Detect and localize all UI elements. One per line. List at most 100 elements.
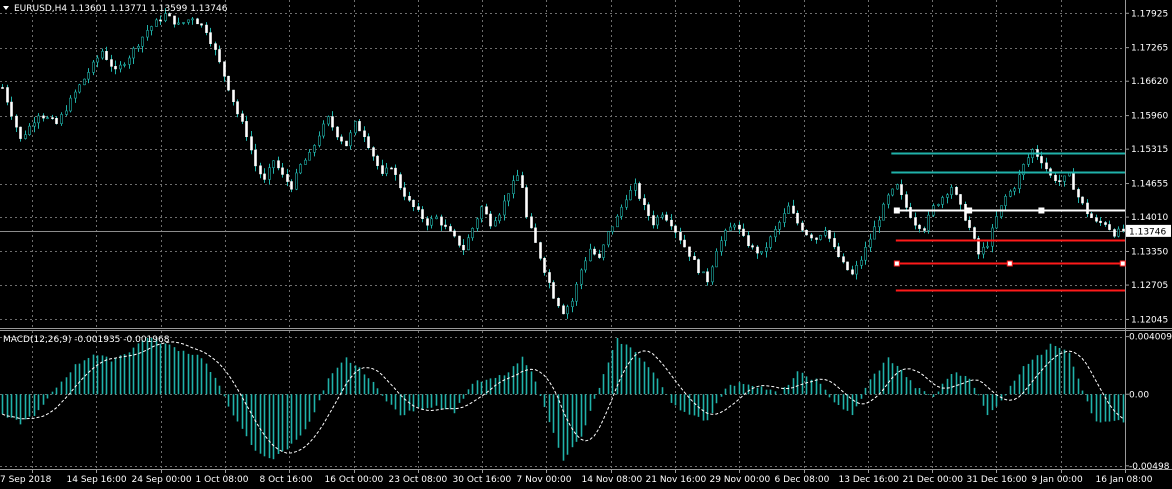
candle-body-down [331,116,334,128]
candle-body-up [887,194,890,205]
candle-body-down [706,271,709,283]
candle-body-up [146,30,149,38]
candle-body-down [837,246,840,257]
candle-body-up [607,231,610,246]
candle-body-up [308,151,311,161]
candle-body-up [1063,175,1066,182]
candle-body-down [923,228,926,231]
candle-body-up [819,234,822,240]
time-tick-label: 8 Oct 16:00 [260,475,313,485]
candle-body-down [557,298,560,307]
candle-body-up [96,57,99,63]
candle-body-up [896,184,899,190]
candle-body-up [765,247,768,252]
candle-body-down [363,130,366,137]
candle-body-up [580,269,583,285]
candle-body-up [575,283,578,302]
macd-histogram [1,337,1125,461]
candle-body-down [1108,224,1111,230]
candle-body-down [281,167,284,175]
candle-body-down [842,256,845,263]
candle-body-down [286,174,289,182]
candle-body-up [28,125,31,135]
candle-body-up [516,175,519,182]
candle-body-down [390,167,393,170]
macd-tick-label: -0.00498 [1129,462,1170,472]
candle-body-down [1081,196,1084,204]
candle-body-down [444,224,447,227]
time-tick-label: 30 Oct 16:00 [453,475,512,485]
candle-body-up [272,160,275,169]
candle-body-up [774,229,777,238]
macd-tick-label: 0.00 [1129,390,1149,400]
candle-body-up [995,216,998,229]
time-tick-label: 13 Dec 16:00 [839,475,900,485]
candle-body-up [729,226,732,231]
candle-body-down [548,272,551,283]
candle-body-up [1027,157,1030,165]
candle-body-up [584,260,587,271]
candle-body-down [345,140,348,147]
candle-body-down [530,216,533,229]
candle-body-up [471,227,474,239]
candle-body-down [232,89,235,103]
time-tick-label: 9 Jan 00:00 [1032,475,1084,485]
time-tick-label: 16 Oct 00:00 [325,475,384,485]
candle-body-up [891,188,894,196]
price-tick-label: 1.14655 [1131,180,1168,190]
candle-body-up [24,134,27,139]
candle-body-up [787,205,790,214]
candle-body-up [467,237,470,251]
candle-body-up [986,245,989,248]
candle-body-down [114,66,117,70]
candle-body-down [534,227,537,243]
candle-body-up [87,72,90,80]
candle-body-up [435,216,438,220]
candle-body-up [824,230,827,236]
price-tick-label: 1.15315 [1131,145,1168,155]
candle-body-up [299,164,302,174]
candle-body-up [354,121,357,134]
candle-body-up [33,122,36,127]
candle-body-up [1018,174,1021,189]
candle-body-up [187,19,190,23]
candle-body-down [1104,222,1107,225]
candle-body-up [137,45,140,49]
candle-body-up [620,206,623,217]
candle-body-down [399,174,402,189]
candle-body-down [742,228,745,236]
candle-body-down [227,75,230,91]
candle-body-up [150,26,153,31]
candle-body-down [110,59,113,67]
candle-body-down [376,155,379,166]
candle-body-up [878,219,881,228]
candle-body-down [833,238,836,248]
candle-body-up [733,224,736,228]
candle-body-up [349,132,352,147]
candle-body-down [688,246,691,257]
hline-marker [1119,260,1126,267]
candle-body-down [42,115,45,119]
candle-body-up [1117,228,1120,237]
candle-body-up [855,265,858,275]
candle-body-down [1113,229,1116,237]
time-tick-label: 29 Nov 00:00 [710,475,771,485]
candle-body-down [643,198,646,206]
price-candles [1,8,1125,319]
candle-body-down [810,234,813,239]
candle-body-up [661,214,664,218]
candle-body-down [683,239,686,248]
candle-body-up [503,200,506,216]
candle-body-up [60,114,63,124]
candle-body-down [10,101,13,117]
price-tick-label: 1.16620 [1131,77,1168,87]
candle-body-down [421,209,424,219]
candle-body-down [955,187,958,195]
candle-body-up [783,213,786,223]
chevron-down-icon[interactable] [3,6,9,10]
candle-body-up [182,22,185,24]
candle-body-up [37,115,40,124]
candle-body-down [51,117,54,119]
candle-body-up [778,222,781,230]
candle-body-down [19,126,22,139]
